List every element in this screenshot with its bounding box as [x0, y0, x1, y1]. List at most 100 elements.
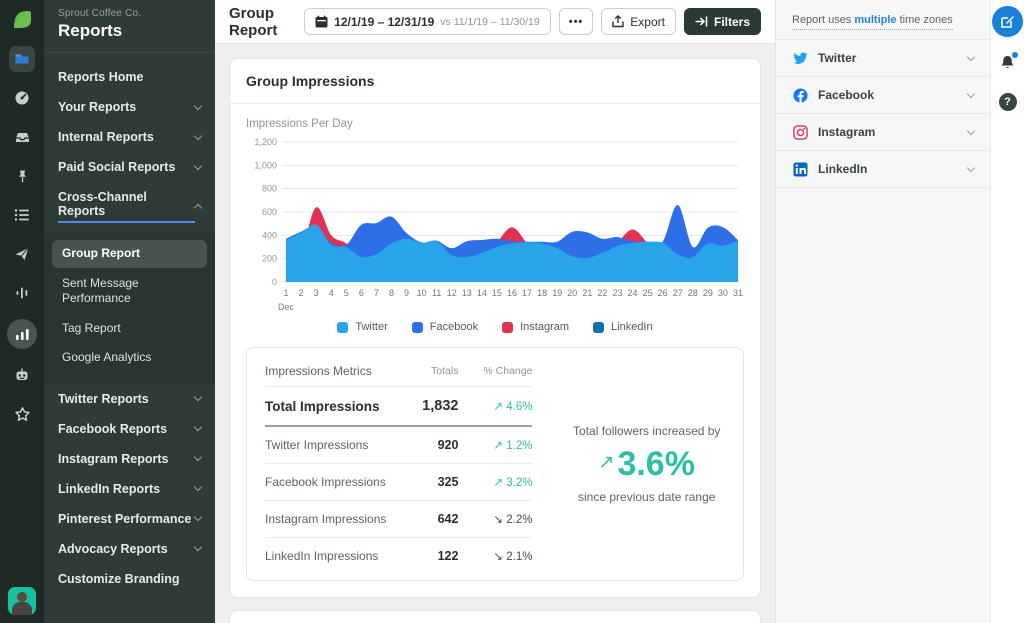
right-icon-rail: ?	[990, 0, 1024, 623]
more-options-button[interactable]: •••	[559, 8, 594, 35]
svg-text:19: 19	[552, 288, 562, 298]
report-content: Group Impressions Impressions Per Day 02…	[215, 44, 775, 623]
summary-line-1: Total followers increased by	[573, 424, 720, 438]
legend-item-linkedin[interactable]: LinkedIn	[593, 321, 653, 333]
list-icon[interactable]	[9, 202, 35, 228]
linkedin-icon	[792, 161, 808, 177]
account-row-linkedin[interactable]: LinkedIn	[776, 151, 990, 188]
inbox-icon[interactable]	[9, 124, 35, 150]
svg-text:1,200: 1,200	[254, 137, 277, 147]
sidebar-item-instagram-reports[interactable]: Instagram Reports	[44, 444, 215, 474]
sidebar-item-advocacy-reports[interactable]: Advocacy Reports	[44, 534, 215, 564]
svg-text:1,000: 1,000	[254, 160, 277, 170]
account-row-facebook[interactable]: Facebook	[776, 77, 990, 114]
svg-text:21: 21	[582, 288, 592, 298]
metrics-table: Impressions Metrics Totals % Change Tota…	[247, 348, 550, 580]
chevron-down-icon	[194, 483, 202, 491]
group-impressions-card: Group Impressions Impressions Per Day 02…	[229, 58, 761, 598]
legend-item-instagram[interactable]: Instagram	[502, 321, 569, 333]
sidebar-item-customize-branding[interactable]: Customize Branding	[44, 564, 215, 594]
svg-text:800: 800	[262, 184, 277, 194]
change-down-value: ↘ 2.2%	[458, 512, 532, 526]
svg-text:22: 22	[597, 288, 607, 298]
star-icon[interactable]	[9, 401, 35, 427]
metrics-box: Impressions Metrics Totals % Change Tota…	[246, 347, 744, 581]
next-card-stub	[229, 610, 761, 623]
sidebar-subitem-group-report[interactable]: Group Report	[52, 240, 207, 268]
svg-text:27: 27	[673, 288, 683, 298]
compose-button[interactable]	[992, 6, 1023, 37]
sidebar-item-linkedin-reports[interactable]: LinkedIn Reports	[44, 474, 215, 504]
sidebar-item-internal-reports[interactable]: Internal Reports	[44, 122, 215, 152]
chart-subtitle: Impressions Per Day	[246, 118, 744, 130]
main-area: Group Report 12/1/19 – 12/31/19 vs 11/1/…	[215, 0, 775, 623]
export-button[interactable]: Export	[601, 8, 676, 35]
sidebar-item-cross-channel-reports[interactable]: Cross-Channel Reports	[44, 182, 215, 231]
svg-text:12: 12	[447, 288, 457, 298]
notifications-button[interactable]	[999, 54, 1016, 76]
svg-text:29: 29	[703, 288, 713, 298]
sidebar-item-facebook-reports[interactable]: Facebook Reports	[44, 414, 215, 444]
account-row-instagram[interactable]: Instagram	[776, 114, 990, 151]
paper-plane-icon[interactable]	[9, 241, 35, 267]
reports-sidebar: Sprout Coffee Co. Reports Reports HomeYo…	[44, 0, 215, 623]
date-range-button[interactable]: 12/1/19 – 12/31/19 vs 11/1/19 – 11/30/19	[304, 8, 551, 35]
sidebar-subitem-google-analytics[interactable]: Google Analytics	[52, 344, 207, 372]
svg-text:400: 400	[262, 230, 277, 240]
svg-text:17: 17	[522, 288, 532, 298]
svg-text:18: 18	[537, 288, 547, 298]
sidebar-title: Reports	[58, 21, 201, 41]
chevron-down-icon	[967, 163, 975, 171]
help-button[interactable]: ?	[999, 93, 1017, 111]
levels-icon[interactable]	[9, 280, 35, 306]
sprout-logo[interactable]	[9, 7, 35, 33]
svg-text:3: 3	[314, 288, 319, 298]
folder-icon[interactable]	[9, 46, 35, 72]
chevron-down-icon	[194, 393, 202, 401]
svg-text:16: 16	[507, 288, 517, 298]
gauge-icon[interactable]	[9, 85, 35, 111]
filters-button[interactable]: Filters	[684, 8, 761, 35]
svg-text:6: 6	[359, 288, 364, 298]
sidebar-header: Sprout Coffee Co. Reports	[44, 0, 215, 53]
chevron-down-icon	[967, 52, 975, 60]
bar-chart-icon[interactable]	[7, 319, 37, 349]
chevron-down-icon	[194, 161, 202, 169]
org-name: Sprout Coffee Co.	[58, 8, 201, 19]
twitter-icon	[792, 50, 808, 66]
app-window: Sprout Coffee Co. Reports Reports HomeYo…	[0, 0, 1024, 623]
sidebar-subitem-sent-message-performance[interactable]: Sent Message Performance	[52, 270, 207, 313]
change-up-value: ↗ 1.2%	[458, 438, 532, 452]
cross-channel-subsection: Group ReportSent Message PerformanceTag …	[44, 233, 215, 384]
account-row-twitter[interactable]: Twitter	[776, 40, 990, 77]
sidebar-item-twitter-reports[interactable]: Twitter Reports	[44, 384, 215, 414]
trend-up-icon: ↗	[599, 453, 615, 472]
robot-icon[interactable]	[9, 362, 35, 388]
pin-icon[interactable]	[9, 163, 35, 189]
sidebar-item-paid-social-reports[interactable]: Paid Social Reports	[44, 152, 215, 182]
multiple-timezones-link[interactable]: multiple	[854, 14, 896, 26]
chevron-down-icon	[967, 89, 975, 97]
sidebar-subitem-tag-report[interactable]: Tag Report	[52, 315, 207, 343]
metrics-table-header: Impressions Metrics Totals % Change	[265, 352, 532, 387]
sidebar-item-pinterest-performance[interactable]: Pinterest Performance	[44, 504, 215, 534]
timezone-note: Report uses multiple time zones	[776, 0, 990, 40]
sidebar-item-your-reports[interactable]: Your Reports	[44, 92, 215, 122]
chevron-down-icon	[194, 101, 202, 109]
svg-text:14: 14	[477, 288, 487, 298]
impressions-chart: 02004006008001,0001,20012345678910111213…	[246, 132, 743, 317]
metrics-row-total-impressions: Total Impressions1,832↗ 4.6%	[265, 387, 532, 427]
left-icon-rail	[0, 0, 44, 623]
legend-item-facebook[interactable]: Facebook	[412, 321, 478, 333]
svg-text:24: 24	[628, 288, 638, 298]
profiles-panel: Report uses multiple time zones TwitterF…	[775, 0, 990, 623]
metrics-row-facebook-impressions: Facebook Impressions325↗ 3.2%	[265, 464, 532, 501]
svg-text:13: 13	[462, 288, 472, 298]
user-avatar[interactable]	[8, 587, 36, 615]
svg-text:200: 200	[262, 254, 277, 264]
sidebar-item-reports-home[interactable]: Reports Home	[44, 62, 215, 92]
legend-item-twitter[interactable]: Twitter	[337, 321, 387, 333]
change-down-value: ↘ 2.1%	[458, 549, 532, 563]
svg-text:31: 31	[733, 288, 743, 298]
header-actions: 12/1/19 – 12/31/19 vs 11/1/19 – 11/30/19…	[304, 8, 761, 35]
